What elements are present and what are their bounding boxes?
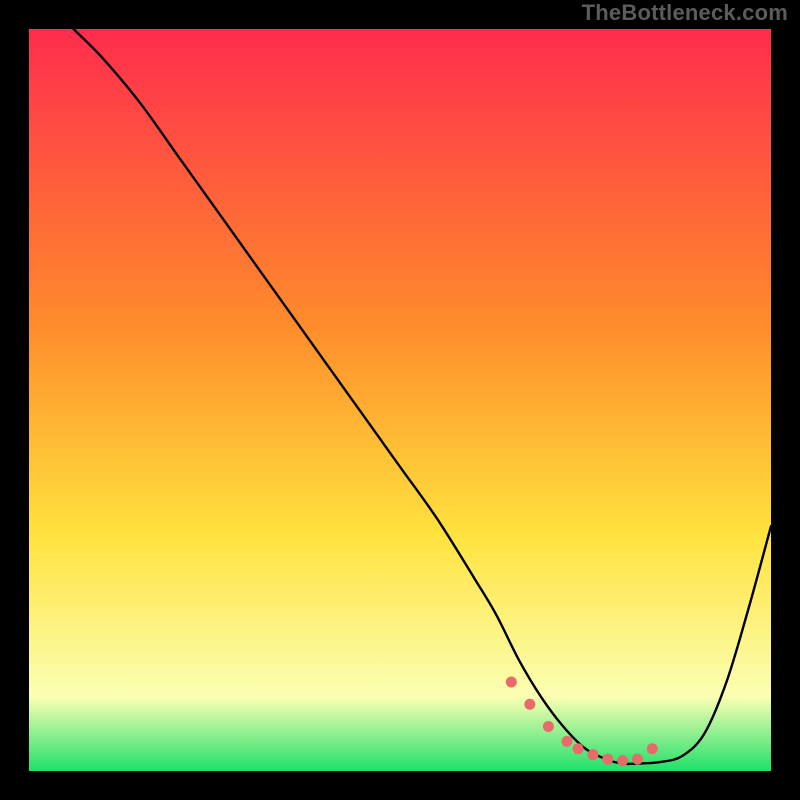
watermark-text: TheBottleneck.com [582,0,788,26]
optimal-dot [647,743,658,754]
optimal-dot [617,755,628,766]
optimal-dot [632,754,643,765]
optimal-dot [587,749,598,760]
gradient-background [29,29,771,771]
bottleneck-chart [29,29,771,771]
optimal-dot [602,754,613,765]
optimal-dot [524,699,535,710]
optimal-dot [561,736,572,747]
chart-stage: TheBottleneck.com [0,0,800,800]
optimal-dot [543,721,554,732]
optimal-dot [506,676,517,687]
optimal-dot [573,743,584,754]
